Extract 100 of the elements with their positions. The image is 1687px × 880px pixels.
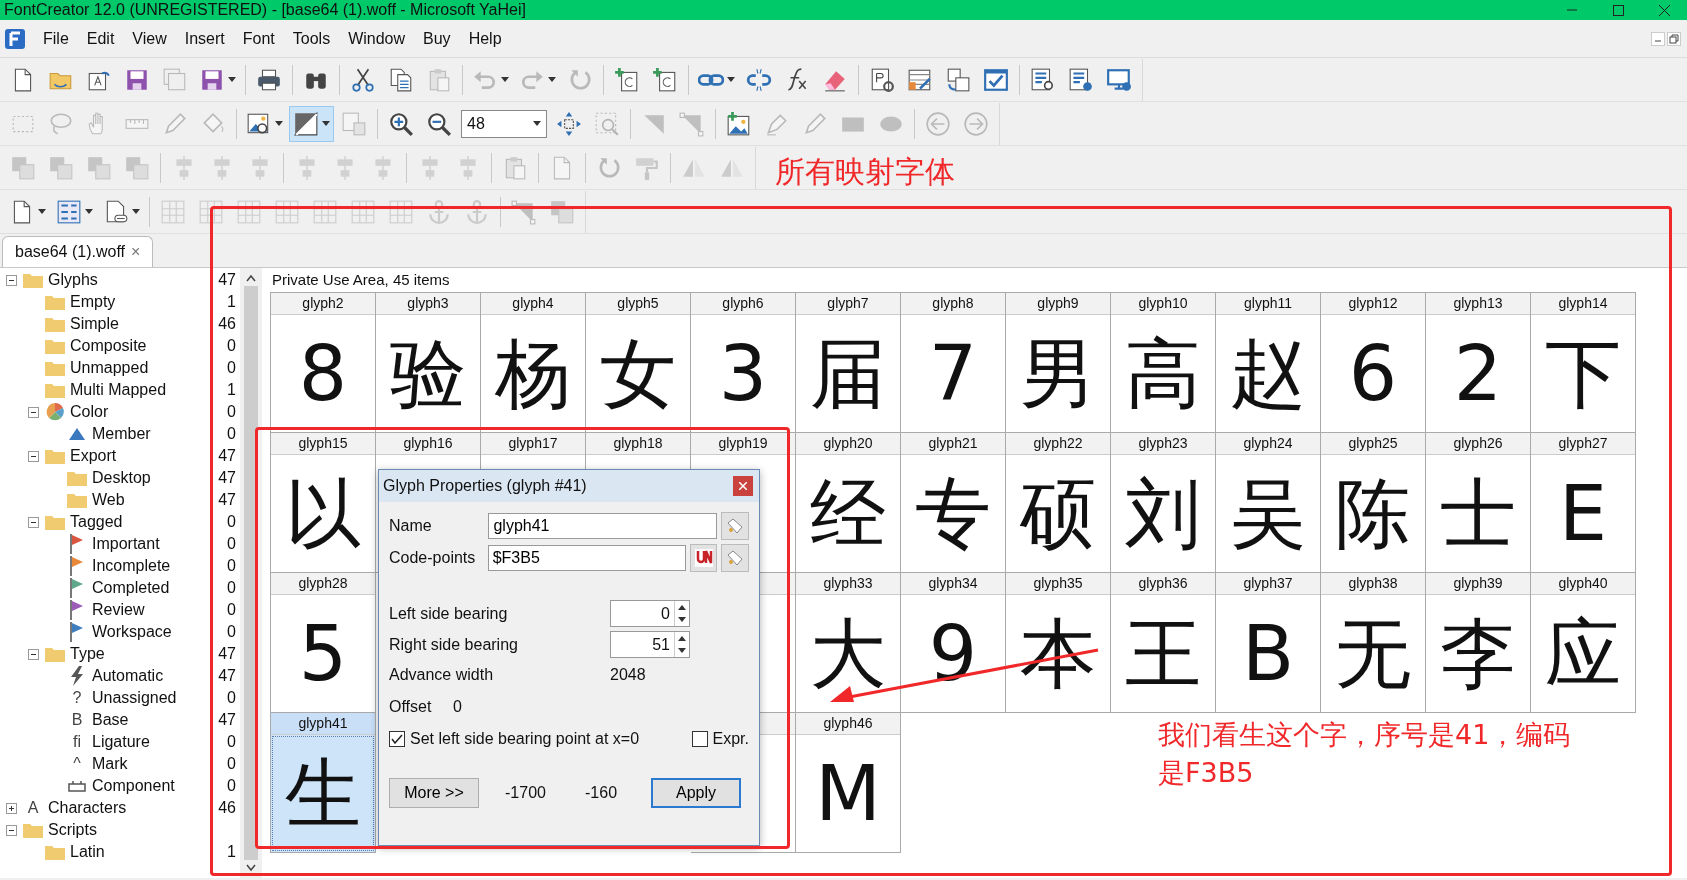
glyph-preview: M xyxy=(815,749,881,838)
glyph-preview: 吴 xyxy=(1230,469,1306,558)
glyph-preview: 下 xyxy=(1545,329,1621,418)
glyph-name: glyph26 xyxy=(1453,435,1503,451)
glyph-preview: 杨 xyxy=(495,329,571,418)
glyph-preview: 陈 xyxy=(1335,469,1411,558)
item-count: 1 xyxy=(226,843,237,861)
glyph-name: glyph13 xyxy=(1453,295,1503,311)
glyph-preview: 无 xyxy=(1335,609,1411,698)
field-label: Left side bearing xyxy=(389,604,509,623)
glyph-name: glyph46 xyxy=(823,715,873,731)
glyph-preview: 刘 xyxy=(1125,469,1201,558)
glyph-preview: B xyxy=(1241,609,1295,698)
item-count: 47 xyxy=(217,711,237,729)
glyph-preview: 5 xyxy=(298,609,348,698)
glyph-preview: 赵 xyxy=(1230,329,1306,418)
glyph-name: glyph19 xyxy=(718,435,768,451)
glyph-name: glyph24 xyxy=(1243,435,1293,451)
glyph-name: glyph16 xyxy=(403,435,453,451)
item-count: 0 xyxy=(226,733,237,751)
field-label: Right side bearing xyxy=(389,635,519,654)
item-count: 0 xyxy=(226,557,237,575)
item-count: 0 xyxy=(226,425,237,443)
glyph-name: glyph4 xyxy=(512,295,554,311)
type-symbol: A xyxy=(27,799,39,817)
glyph-name: glyph40 xyxy=(1558,575,1608,591)
glyph-preview: 9 xyxy=(928,609,978,698)
glyph-name: glyph27 xyxy=(1558,435,1608,451)
glyph-name: glyph8 xyxy=(932,295,974,311)
glyph-preview: 8 xyxy=(298,329,348,418)
item-count: 0 xyxy=(226,601,237,619)
glyph-preview: 男 xyxy=(1020,329,1096,418)
item-count: 46 xyxy=(217,799,237,817)
item-count: 47 xyxy=(217,667,237,685)
glyph-preview: 王 xyxy=(1125,609,1201,698)
glyph-preview: 6 xyxy=(1348,329,1398,418)
item-count: 0 xyxy=(226,513,237,531)
item-count: 46 xyxy=(217,315,237,333)
glyph-name: glyph20 xyxy=(823,435,873,451)
field-value: -160 xyxy=(585,784,619,802)
glyph-name: glyph22 xyxy=(1033,435,1083,451)
item-count: 0 xyxy=(226,337,237,355)
type-symbol: ^ xyxy=(73,755,81,773)
glyph-preview: 士 xyxy=(1440,469,1516,558)
glyph-name: glyph36 xyxy=(1138,575,1188,591)
window-title: FontCreator 12.0 (UNREGISTERED) - [base64 (1).woff - Microsoft YaHei] xyxy=(4,1,527,19)
field-value: -1700 xyxy=(505,784,547,802)
glyph-preview: 2 xyxy=(1453,329,1503,418)
glyph-preview: 大 xyxy=(810,609,886,698)
item-count: 0 xyxy=(226,755,237,773)
glyph-name: glyph7 xyxy=(827,295,869,311)
glyph-name: glyph41 xyxy=(298,715,348,731)
glyph-name: glyph35 xyxy=(1033,575,1083,591)
glyph-preview: 专 xyxy=(915,469,991,558)
glyph-name: glyph34 xyxy=(928,575,978,591)
annotation-note: 我们看生这个字，序号是41，编码 是F3B5 xyxy=(1158,718,1571,790)
dialog-title: Glyph Properties (glyph #41) xyxy=(383,477,587,495)
glyph-name: glyph33 xyxy=(823,575,873,591)
glyph-name: glyph14 xyxy=(1558,295,1608,311)
glyph-preview: 3 xyxy=(718,329,768,418)
glyph-name: glyph5 xyxy=(617,295,659,311)
item-count: 1 xyxy=(226,293,237,311)
glyph-preview: 女 xyxy=(600,329,676,418)
item-count: 47 xyxy=(217,447,237,465)
field-label: Name xyxy=(389,517,433,535)
item-count: 47 xyxy=(217,271,237,289)
glyph-name: glyph12 xyxy=(1348,295,1398,311)
field-label: Code-points xyxy=(389,549,477,567)
glyph-preview: 生 xyxy=(285,749,361,838)
field-label: Advance width xyxy=(389,666,495,684)
glyph-name: glyph18 xyxy=(613,435,663,451)
glyph-preview: 验 xyxy=(390,329,466,418)
glyph-preview: 以 xyxy=(285,469,361,558)
glyph-name: glyph23 xyxy=(1138,435,1188,451)
item-count: 0 xyxy=(226,689,237,707)
glyph-name: glyph28 xyxy=(298,575,348,591)
glyph-name: glyph21 xyxy=(928,435,978,451)
glyph-name: glyph39 xyxy=(1453,575,1503,591)
item-count: 0 xyxy=(226,359,237,377)
item-count: 0 xyxy=(226,777,237,795)
glyph-name: glyph9 xyxy=(1037,295,1079,311)
type-symbol: ? xyxy=(72,689,82,707)
item-count: 0 xyxy=(226,535,237,553)
glyph-preview: 届 xyxy=(810,329,886,418)
item-count: 0 xyxy=(226,403,237,421)
glyph-name: glyph15 xyxy=(298,435,348,451)
annotation-heading: 所有映射字体 xyxy=(775,153,955,191)
glyph-name: glyph37 xyxy=(1243,575,1293,591)
field-value: 0 xyxy=(453,698,462,716)
type-symbol: B xyxy=(71,711,83,729)
item-count: 47 xyxy=(217,491,237,509)
item-count: 47 xyxy=(217,645,237,663)
glyph-name: glyph2 xyxy=(302,295,344,311)
glyph-name: glyph17 xyxy=(508,435,558,451)
glyph-preview: 李 xyxy=(1440,609,1516,698)
glyph-preview: 经 xyxy=(810,469,886,558)
item-count: 0 xyxy=(226,623,237,641)
glyph-preview: E xyxy=(1559,469,1607,558)
item-count: 1 xyxy=(226,381,237,399)
glyph-preview: 7 xyxy=(928,329,978,418)
